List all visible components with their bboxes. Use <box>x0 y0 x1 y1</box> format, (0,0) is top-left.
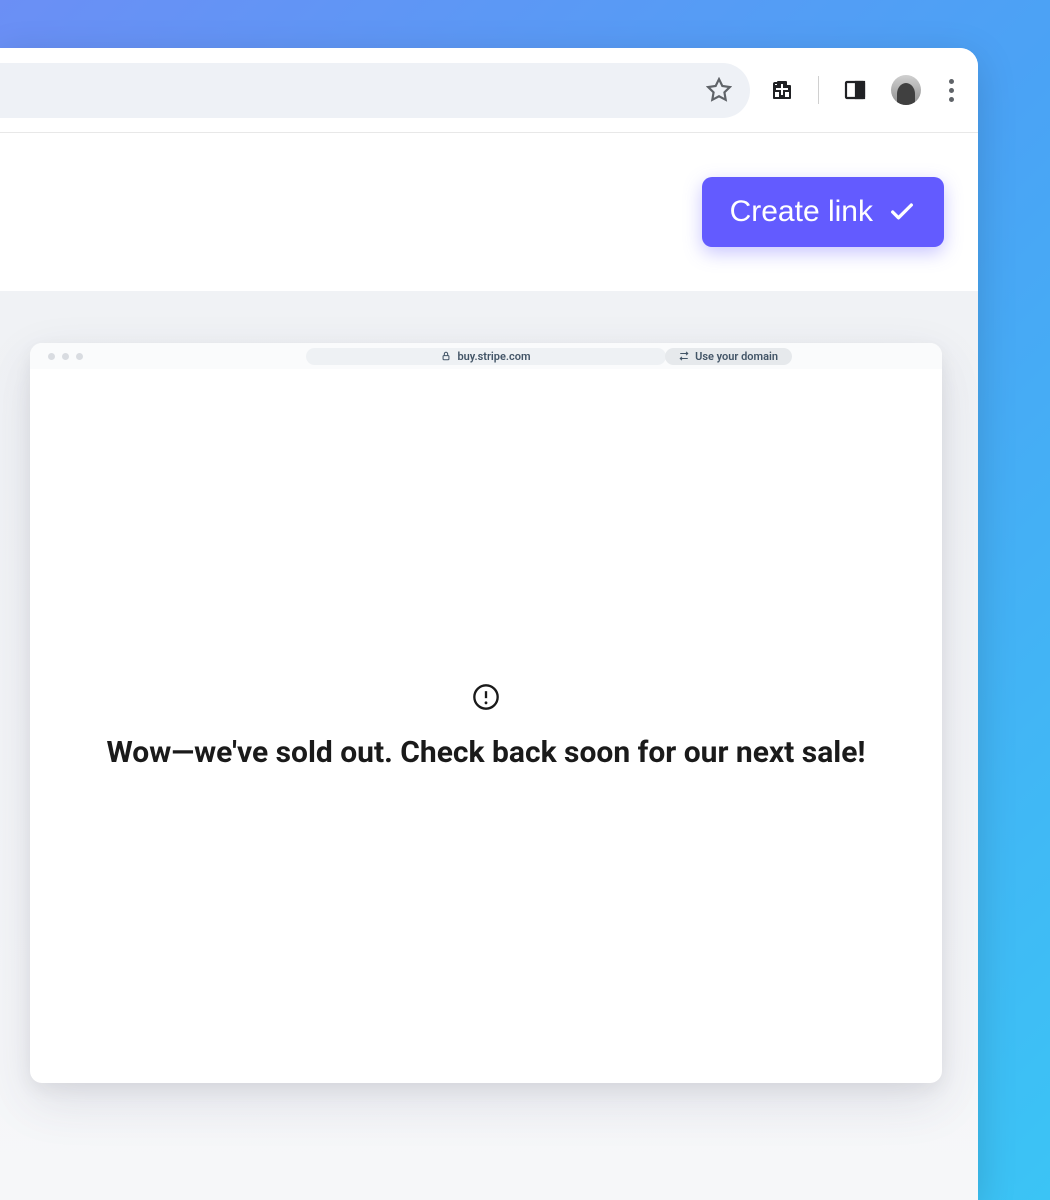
preview-window: buy.stripe.com Use your domain <box>30 343 942 1083</box>
extensions-icon[interactable] <box>770 78 794 102</box>
preview-area: buy.stripe.com Use your domain <box>0 291 978 1200</box>
swap-icon <box>679 351 689 361</box>
use-domain-label: Use your domain <box>695 350 778 363</box>
toolbar-divider <box>818 76 819 104</box>
lock-icon <box>441 351 451 361</box>
create-link-label: Create link <box>730 195 873 229</box>
sidepanel-icon[interactable] <box>843 78 867 102</box>
preview-titlebar: buy.stripe.com Use your domain <box>30 343 942 369</box>
mock-url-bar: buy.stripe.com <box>306 348 666 365</box>
soldout-message: Wow—we've sold out. Check back soon for … <box>106 735 865 770</box>
toolbar-icons <box>770 75 958 106</box>
bookmark-star-icon[interactable] <box>706 77 732 103</box>
use-domain-pill[interactable]: Use your domain <box>665 348 792 365</box>
create-link-button[interactable]: Create link <box>702 177 944 247</box>
window-controls <box>48 353 83 360</box>
preview-body: Wow—we've sold out. Check back soon for … <box>30 369 942 1083</box>
content-header: Create link <box>0 133 978 291</box>
alert-icon <box>472 683 500 711</box>
check-icon <box>888 198 916 226</box>
mock-url-text: buy.stripe.com <box>457 350 530 363</box>
browser-window: Create link <box>0 48 978 1200</box>
menu-icon[interactable] <box>945 75 958 106</box>
browser-toolbar <box>0 48 978 133</box>
address-bar[interactable] <box>0 63 750 118</box>
profile-avatar[interactable] <box>891 75 921 105</box>
